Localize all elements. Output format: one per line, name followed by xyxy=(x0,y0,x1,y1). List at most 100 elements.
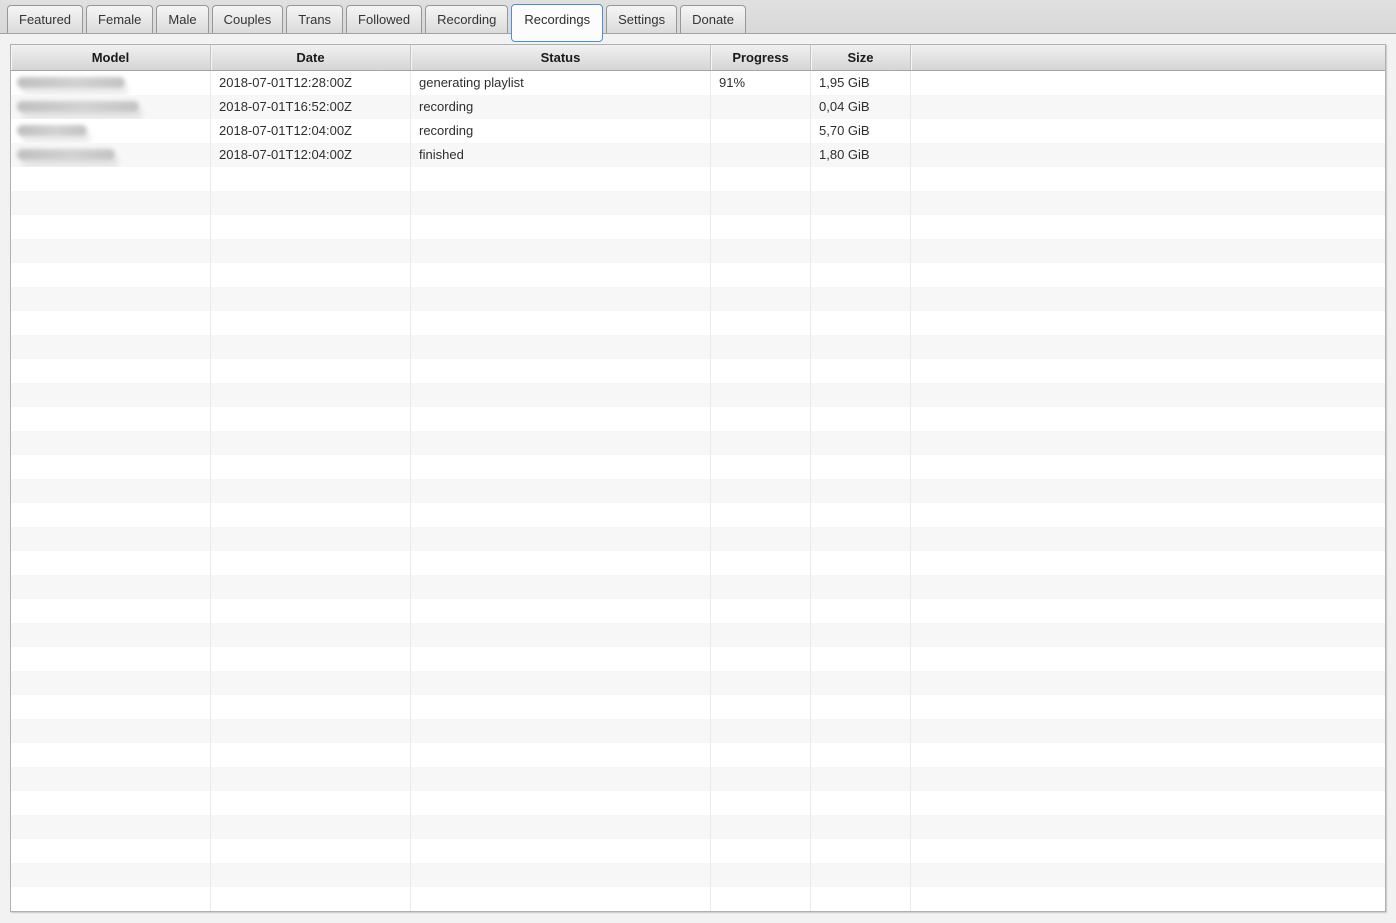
empty-cell xyxy=(11,863,211,887)
recordings-table: ModelDateStatusProgressSize 2018-07-01T1… xyxy=(10,44,1386,912)
empty-cell xyxy=(411,455,711,479)
empty-cell xyxy=(11,551,211,575)
empty-cell xyxy=(411,791,711,815)
empty-cell xyxy=(411,383,711,407)
empty-cell xyxy=(911,239,1385,263)
empty-cell xyxy=(211,431,411,455)
tab-featured[interactable]: Featured xyxy=(7,5,83,33)
tab-trans[interactable]: Trans xyxy=(286,5,343,33)
empty-cell xyxy=(911,503,1385,527)
empty-cell xyxy=(11,527,211,551)
empty-row xyxy=(11,743,1385,767)
empty-row xyxy=(11,791,1385,815)
empty-row xyxy=(11,719,1385,743)
empty-cell xyxy=(711,431,811,455)
empty-cell xyxy=(411,431,711,455)
empty-cell xyxy=(211,383,411,407)
empty-row xyxy=(11,599,1385,623)
empty-cell xyxy=(811,551,911,575)
empty-cell xyxy=(711,335,811,359)
empty-cell xyxy=(11,623,211,647)
empty-cell xyxy=(711,239,811,263)
empty-cell xyxy=(911,215,1385,239)
tab-female[interactable]: Female xyxy=(86,5,153,33)
empty-cell xyxy=(211,167,411,191)
recording-row[interactable]: 2018-07-01T12:04:00Zrecording5,70 GiB xyxy=(11,119,1385,143)
empty-cell xyxy=(911,647,1385,671)
empty-cell xyxy=(711,599,811,623)
empty-cell xyxy=(911,263,1385,287)
empty-cell xyxy=(411,527,711,551)
column-header-model[interactable]: Model xyxy=(11,45,211,70)
empty-cell xyxy=(211,815,411,839)
table-header-row: ModelDateStatusProgressSize xyxy=(11,45,1385,71)
empty-cell xyxy=(711,359,811,383)
empty-cell xyxy=(811,167,911,191)
cell-progress: 91% xyxy=(711,71,811,95)
empty-cell xyxy=(711,791,811,815)
empty-cell xyxy=(411,263,711,287)
empty-cell xyxy=(11,743,211,767)
empty-cell xyxy=(911,887,1385,911)
cell-status: finished xyxy=(411,143,711,167)
empty-cell xyxy=(11,839,211,863)
cell-status: recording xyxy=(411,95,711,119)
recording-row[interactable]: 2018-07-01T16:52:00Zrecording0,04 GiB xyxy=(11,95,1385,119)
empty-cell xyxy=(911,791,1385,815)
empty-cell xyxy=(411,719,711,743)
empty-cell xyxy=(811,527,911,551)
empty-cell xyxy=(811,743,911,767)
empty-cell xyxy=(411,407,711,431)
empty-cell xyxy=(211,311,411,335)
empty-cell xyxy=(811,191,911,215)
cell-size: 0,04 GiB xyxy=(811,95,911,119)
tab-male[interactable]: Male xyxy=(156,5,208,33)
cell-progress xyxy=(711,119,811,143)
empty-cell xyxy=(11,335,211,359)
empty-cell xyxy=(411,647,711,671)
empty-cell xyxy=(711,767,811,791)
recording-row[interactable]: 2018-07-01T12:04:00Zfinished1,80 GiB xyxy=(11,143,1385,167)
model-name-redacted xyxy=(17,125,87,136)
empty-cell xyxy=(911,815,1385,839)
tab-followed[interactable]: Followed xyxy=(346,5,422,33)
recording-row[interactable]: 2018-07-01T12:28:00Zgenerating playlist9… xyxy=(11,71,1385,95)
tab-recording[interactable]: Recording xyxy=(425,5,508,33)
empty-cell xyxy=(911,359,1385,383)
cell-size: 1,80 GiB xyxy=(811,143,911,167)
empty-cell xyxy=(911,431,1385,455)
empty-cell xyxy=(811,455,911,479)
tab-settings[interactable]: Settings xyxy=(606,5,677,33)
tab-donate[interactable]: Donate xyxy=(680,5,746,33)
empty-cell xyxy=(711,503,811,527)
empty-row xyxy=(11,863,1385,887)
empty-cell xyxy=(411,551,711,575)
empty-cell xyxy=(211,839,411,863)
column-header-date[interactable]: Date xyxy=(211,45,411,70)
column-header-status[interactable]: Status xyxy=(411,45,711,70)
empty-cell xyxy=(911,335,1385,359)
empty-cell xyxy=(911,479,1385,503)
cell-progress xyxy=(711,143,811,167)
empty-cell xyxy=(11,767,211,791)
empty-cell xyxy=(211,599,411,623)
empty-cell xyxy=(811,263,911,287)
empty-cell xyxy=(711,407,811,431)
tab-recordings[interactable]: Recordings xyxy=(511,4,603,42)
column-header-progress[interactable]: Progress xyxy=(711,45,811,70)
empty-cell xyxy=(11,671,211,695)
empty-cell xyxy=(911,575,1385,599)
empty-cell xyxy=(811,503,911,527)
empty-cell xyxy=(911,719,1385,743)
empty-cell xyxy=(211,623,411,647)
column-header-size[interactable]: Size xyxy=(811,45,911,70)
empty-cell xyxy=(711,551,811,575)
empty-row xyxy=(11,311,1385,335)
empty-cell xyxy=(11,575,211,599)
tab-couples[interactable]: Couples xyxy=(212,5,284,33)
empty-row xyxy=(11,503,1385,527)
empty-cell xyxy=(411,287,711,311)
empty-cell xyxy=(811,719,911,743)
empty-cell xyxy=(911,455,1385,479)
cell-size: 1,95 GiB xyxy=(811,71,911,95)
